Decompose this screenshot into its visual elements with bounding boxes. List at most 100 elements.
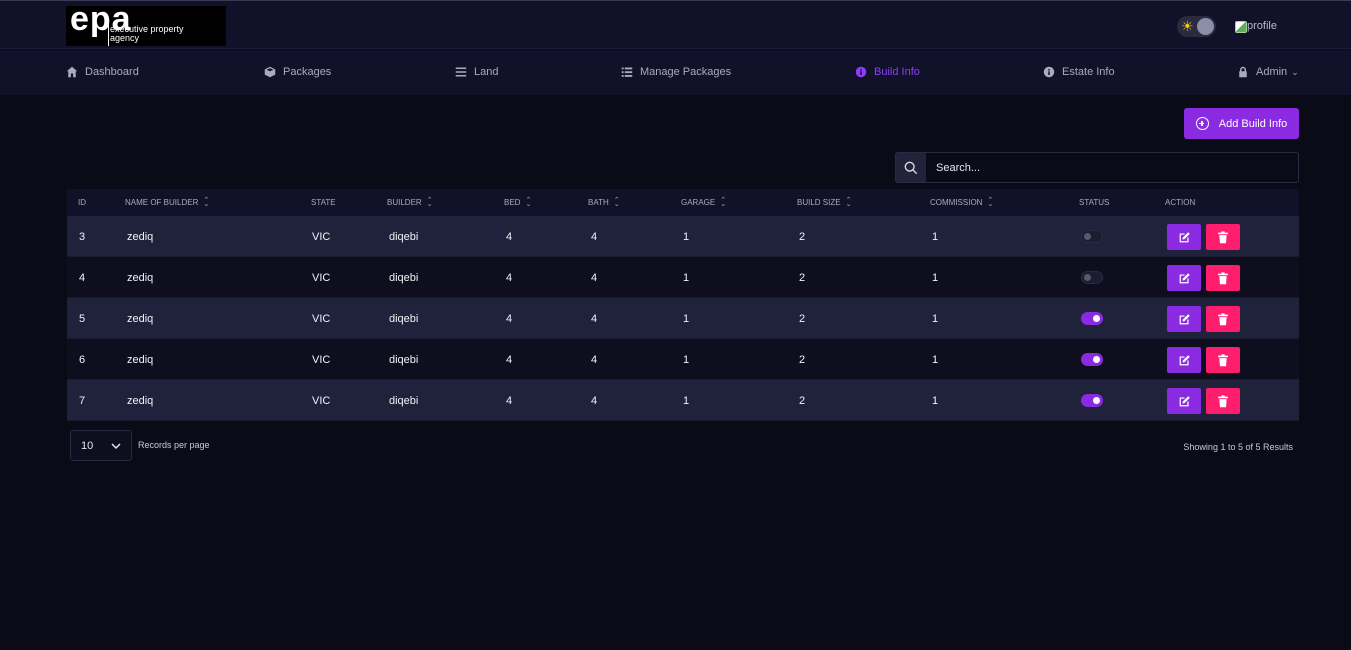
chevron-down-icon xyxy=(111,442,121,449)
status-toggle[interactable] xyxy=(1081,394,1103,407)
sun-icon: ☀ xyxy=(1181,18,1194,34)
nav-estate-info[interactable]: Estate Info xyxy=(1043,66,1115,78)
toggle-knob xyxy=(1197,18,1214,35)
plus-circle-icon xyxy=(1195,117,1209,130)
cell-build-size: 2 xyxy=(799,231,806,243)
results-summary: Showing 1 to 5 of 5 Results xyxy=(1183,442,1293,452)
cell-id: 5 xyxy=(79,313,86,325)
edit-button[interactable] xyxy=(1167,388,1201,414)
toggle-knob xyxy=(1093,397,1100,404)
cell-builder: diqebi xyxy=(389,354,419,366)
sort-icon: ⌃ ⌄ xyxy=(720,196,727,208)
delete-button[interactable] xyxy=(1206,347,1240,373)
cell-bed: 4 xyxy=(506,395,513,407)
cell-commission: 1 xyxy=(932,395,939,407)
chevron-down-icon: ⌄ xyxy=(1291,66,1299,77)
records-per-page-select[interactable]: 10 xyxy=(70,430,132,461)
search-icon[interactable] xyxy=(896,153,926,182)
cell-builder: diqebi xyxy=(389,313,419,325)
cell-state: VIC xyxy=(312,395,331,407)
th-name-of-builder[interactable]: NAME OF BUILDER ⌃ ⌄ xyxy=(125,197,209,208)
cell-bed: 4 xyxy=(506,354,513,366)
edit-button[interactable] xyxy=(1167,306,1201,332)
records-per-page-label: Records per page xyxy=(138,440,210,450)
cell-build-size: 2 xyxy=(799,395,806,407)
th-status: STATUS xyxy=(1079,198,1110,207)
info-icon xyxy=(1043,66,1055,78)
cell-state: VIC xyxy=(312,354,331,366)
cell-commission: 1 xyxy=(932,231,939,243)
status-toggle[interactable] xyxy=(1081,312,1103,325)
th-bath[interactable]: BATH ⌃ ⌄ xyxy=(588,197,620,208)
cell-builder: diqebi xyxy=(389,395,419,407)
toggle-knob xyxy=(1093,315,1100,322)
th-build-size[interactable]: BUILD SIZE ⌃ ⌄ xyxy=(797,196,852,208)
table-row: 6 zediq VIC diqebi 4 4 1 2 1 xyxy=(67,339,1299,380)
th-state[interactable]: STATE xyxy=(311,198,336,207)
bars-icon xyxy=(455,67,467,77)
toggle-knob xyxy=(1084,274,1091,281)
add-build-info-button[interactable]: Add Build Info xyxy=(1184,108,1299,139)
cell-build-size: 2 xyxy=(799,313,806,325)
nav-dashboard[interactable]: Dashboard xyxy=(66,66,139,78)
nav-land[interactable]: Land xyxy=(455,66,498,78)
list-icon xyxy=(621,67,633,77)
sort-icon: ⌃ ⌄ xyxy=(525,196,532,208)
cell-commission: 1 xyxy=(932,354,939,366)
delete-button[interactable] xyxy=(1206,388,1240,414)
cell-bath: 4 xyxy=(591,395,598,407)
cell-bed: 4 xyxy=(506,313,513,325)
th-garage[interactable]: GARAGE ⌃ ⌄ xyxy=(681,196,727,208)
nav-admin[interactable]: Admin ⌄ xyxy=(1237,66,1299,78)
sort-icon: ⌃ ⌄ xyxy=(845,196,852,208)
delete-button[interactable] xyxy=(1206,224,1240,250)
cell-name-of-builder: zediq xyxy=(127,272,154,284)
cell-build-size: 2 xyxy=(799,354,806,366)
th-id[interactable]: ID xyxy=(78,198,86,207)
nav-build-info[interactable]: Build Info xyxy=(855,66,920,78)
sort-icon: ⌃ ⌄ xyxy=(426,196,433,208)
edit-button[interactable] xyxy=(1167,347,1201,373)
cell-bath: 4 xyxy=(591,272,598,284)
cell-name-of-builder: zediq xyxy=(127,313,154,325)
cell-garage: 1 xyxy=(683,272,690,284)
nav-manage-packages[interactable]: Manage Packages xyxy=(621,66,731,78)
nav-packages[interactable]: Packages xyxy=(264,66,331,78)
delete-button[interactable] xyxy=(1206,265,1240,291)
delete-button[interactable] xyxy=(1206,306,1240,332)
status-toggle[interactable] xyxy=(1081,230,1103,243)
table-header: ID NAME OF BUILDER ⌃ ⌄ STATE BUILDER ⌃ ⌄ BED… xyxy=(67,189,1299,216)
th-action: ACTION xyxy=(1165,198,1196,207)
cell-builder: diqebi xyxy=(389,231,419,243)
cell-state: VIC xyxy=(312,313,331,325)
trash-icon xyxy=(1218,271,1228,284)
top-bar: epa executive property agency ☀ profile xyxy=(0,0,1351,49)
cell-commission: 1 xyxy=(932,272,939,284)
theme-toggle[interactable]: ☀ xyxy=(1177,16,1216,37)
edit-icon xyxy=(1179,231,1190,242)
search-input[interactable] xyxy=(926,153,1298,182)
status-toggle[interactable] xyxy=(1081,353,1103,366)
edit-button[interactable] xyxy=(1167,224,1201,250)
cell-commission: 1 xyxy=(932,313,939,325)
cell-state: VIC xyxy=(312,272,331,284)
th-builder[interactable]: BUILDER ⌃ ⌄ xyxy=(387,196,433,208)
table-row: 3 zediq VIC diqebi 4 4 1 2 1 xyxy=(67,216,1299,257)
edit-button[interactable] xyxy=(1167,265,1201,291)
trash-icon xyxy=(1218,353,1228,366)
trash-icon xyxy=(1218,230,1228,243)
table-row: 7 zediq VIC diqebi 4 4 1 2 1 xyxy=(67,380,1299,421)
status-toggle[interactable] xyxy=(1081,271,1103,284)
toggle-knob xyxy=(1093,356,1100,363)
edit-icon xyxy=(1179,272,1190,283)
cube-icon xyxy=(264,66,276,78)
th-bed[interactable]: BED ⌃ ⌄ xyxy=(504,196,532,208)
th-commission[interactable]: COMMISSION ⌃ ⌄ xyxy=(930,197,993,208)
profile-avatar[interactable]: profile xyxy=(1234,20,1277,33)
logo-subtitle-2: agency xyxy=(110,33,140,43)
cell-id: 4 xyxy=(79,272,86,284)
epa-logo[interactable]: epa executive property agency xyxy=(66,6,226,46)
cell-state: VIC xyxy=(312,231,331,243)
cell-name-of-builder: zediq xyxy=(127,231,154,243)
cell-bed: 4 xyxy=(506,272,513,284)
